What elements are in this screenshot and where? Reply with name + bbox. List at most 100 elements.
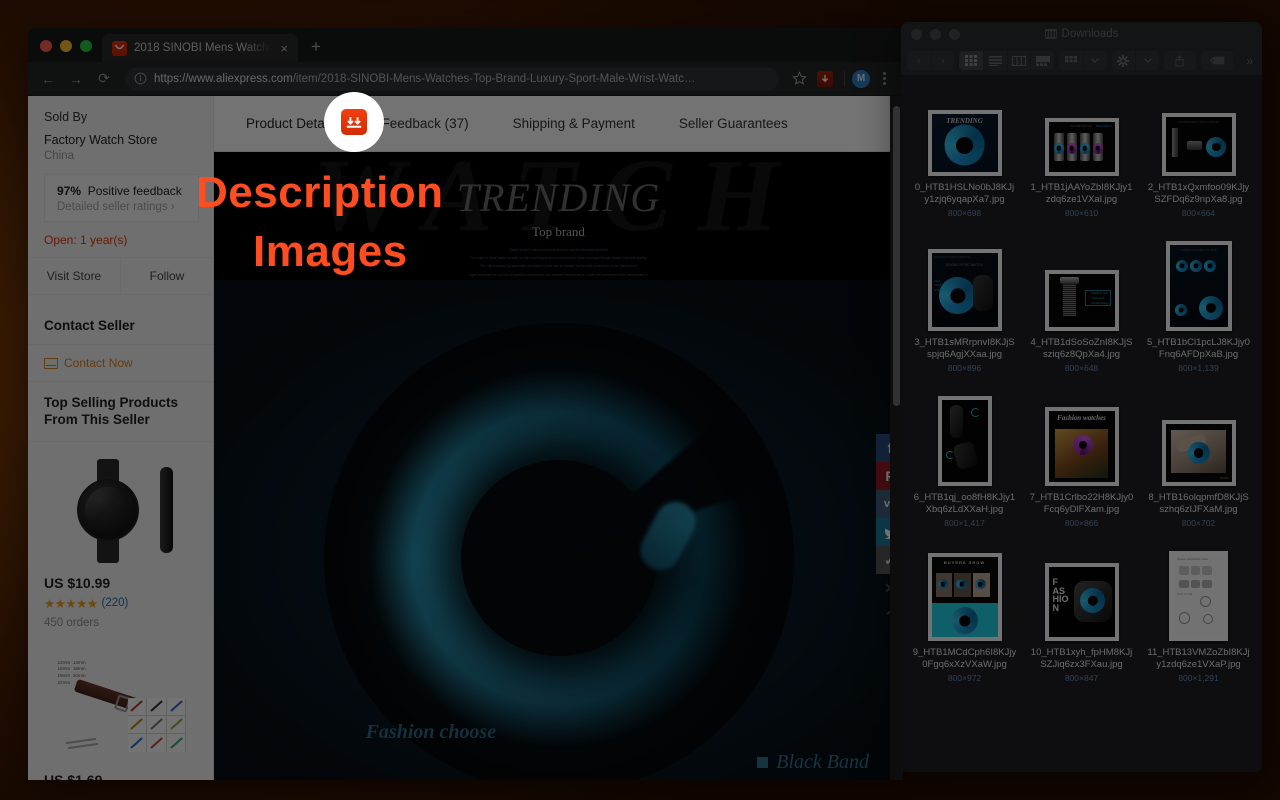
finder-share-group[interactable] [1164, 51, 1196, 70]
file-name: 7_HTB1Crlbo22H8KJjy0Fcq6yDlFXam.jpg [1030, 492, 1134, 516]
file-thumbnail[interactable]: PRODUCT DESCRIPTION SINOBI SPORT WATCH D… [909, 239, 1020, 331]
finder-file-grid[interactable]: TRENDING Top brand 0_HTB1HSLNo0bJ8KJjy1z… [901, 76, 1262, 772]
gear-icon[interactable] [1112, 51, 1136, 70]
file-thumbnail[interactable]: BUYERS SHOW [909, 549, 1020, 641]
file-name: 3_HTB1sMRrpnvI8KJjSspjq6AgjXXaa.jpg [913, 337, 1017, 361]
arrange-chevron-down-icon[interactable] [1083, 51, 1107, 70]
file-dimensions: 800×1,139 [1178, 363, 1218, 373]
visit-store-button[interactable]: Visit Store [28, 258, 120, 294]
browser-tab[interactable]: 2018 SINOBI Mens Watches To × [102, 34, 298, 62]
finder-tags-group[interactable] [1201, 51, 1233, 70]
file-dimensions: 800×702 [1182, 518, 1215, 528]
page-scrollbar[interactable] [890, 96, 903, 780]
finder-forward-button[interactable]: › [931, 51, 955, 70]
minimize-window-button[interactable] [60, 40, 72, 52]
file-name: 10_HTB1xyh_fpHM8KJjSZJiq6zx3FXau.jpg [1030, 647, 1134, 671]
finder-file-item[interactable]: SINOBI 8_HTB16olqpmfD8KJjSszhq6zIJFXaM.j… [1141, 394, 1256, 549]
aliexpress-favicon [112, 41, 127, 56]
icon-view-button[interactable] [959, 51, 983, 70]
strap-illustration: 12mm 14mm16mm 18mm19mm 20mm22mm [56, 656, 186, 760]
product-rating: ★★★★★ (220) [44, 596, 197, 611]
review-count[interactable]: (220) [102, 597, 129, 609]
annotation-line-1: Description [196, 168, 444, 218]
file-name: 5_HTB1bCl1pcLJ8KJjy0Fnq6AFDpXaB.jpg [1147, 337, 1251, 361]
kebab-menu-icon[interactable] [872, 67, 896, 91]
file-thumbnail[interactable] [909, 394, 1020, 486]
file-dimensions: 800×896 [948, 363, 981, 373]
file-dimensions: 800×648 [1065, 363, 1098, 373]
file-dimensions: 800×664 [1182, 208, 1215, 218]
finder-file-item[interactable]: Fashion watches 7_HTB1Crlbo22H8KJjy0Fcq6… [1024, 394, 1139, 549]
file-thumbnail[interactable]: SINOBI WATCH Black Band [1026, 84, 1137, 176]
store-name[interactable]: Factory Watch Store [44, 133, 199, 147]
store-country: China [44, 150, 199, 162]
finder-action-group[interactable] [1112, 51, 1159, 70]
file-thumbnail[interactable]: Product specification sheet HOW TO USE [1143, 549, 1254, 641]
store-action-row: Visit Store Follow [28, 257, 213, 295]
page-viewport: Sold By Factory Watch Store China 97% Po… [28, 96, 903, 780]
avatar[interactable]: M [852, 70, 870, 88]
finder-window: Downloads ‹ › [901, 22, 1262, 772]
tab-shipping-payment[interactable]: Shipping & Payment [491, 116, 657, 131]
finder-file-item[interactable]: Stainless steelmesh banddurable design 4… [1024, 239, 1139, 394]
file-name: 0_HTB1HSLNo0bJ8KJjy1zjq6yqapXa7.jpg [913, 182, 1017, 206]
scrollbar-thumb[interactable] [893, 106, 900, 406]
tags-icon[interactable] [1201, 51, 1233, 70]
more-toolbar-items-icon[interactable]: » [1243, 54, 1256, 68]
detailed-seller-ratings[interactable]: Detailed seller ratings › [57, 201, 188, 213]
file-dimensions: 800×847 [1065, 673, 1098, 683]
finder-file-item[interactable]: THREE COLORS TO PICK 5_HTB1bCl1pcLJ8KJjy… [1141, 239, 1256, 394]
download-icon[interactable] [813, 67, 837, 91]
seller-sidebar: Sold By Factory Watch Store China 97% Po… [28, 96, 214, 780]
finder-file-item[interactable]: Product specification sheet HOW TO USE 1… [1141, 549, 1256, 704]
file-thumbnail[interactable]: Stainless steelmesh banddurable design [1026, 239, 1137, 331]
file-thumbnail[interactable]: SINOBI [1143, 394, 1254, 486]
feedback-line: 97% Positive feedback [57, 184, 188, 198]
contact-now-link[interactable]: Contact Now [28, 345, 213, 382]
close-window-button[interactable] [40, 40, 52, 52]
list-item[interactable]: 12mm 14mm16mm 18mm19mm 20mm22mm US $1.69… [28, 639, 213, 780]
finder-file-item[interactable]: TRENDING Top brand 0_HTB1HSLNo0bJ8KJjy1z… [907, 84, 1022, 239]
product-price: US $1.69 [44, 772, 197, 780]
highlight-spotlight [324, 92, 384, 152]
file-name: 11_HTB13VMZoZbI8KJjy1zdq6ze1VXaP.jpg [1147, 647, 1251, 671]
close-icon[interactable]: × [278, 42, 290, 55]
caption-fashion-choose: Fashion choose [366, 721, 497, 744]
column-view-button[interactable] [1007, 51, 1031, 70]
feedback-label: Positive feedback [88, 184, 182, 198]
finder-file-item[interactable]: COMPARISON WATCH BAND 2_HTB1xQxmfoo09KJj… [1141, 84, 1256, 239]
finder-file-item[interactable]: BUYERS SHOW 9_HTB1MCdCph6I8KJjy0Fgq6xXzV… [907, 549, 1022, 704]
star-icon[interactable] [787, 67, 811, 91]
share-icon[interactable] [1164, 51, 1196, 70]
finder-arrange-group[interactable] [1059, 51, 1106, 70]
action-chevron-down-icon[interactable] [1135, 51, 1159, 70]
envelope-icon [44, 358, 58, 369]
gallery-view-button[interactable] [1030, 51, 1054, 70]
list-view-button[interactable] [983, 51, 1007, 70]
finder-file-item[interactable]: PRODUCT DESCRIPTION SINOBI SPORT WATCH D… [907, 239, 1022, 394]
reload-icon[interactable]: ⟳ [91, 66, 117, 92]
follow-button[interactable]: Follow [120, 258, 213, 294]
arrange-by-icon[interactable] [1059, 51, 1083, 70]
file-thumbnail[interactable]: TRENDING Top brand [909, 84, 1020, 176]
address-bar[interactable]: https://www.aliexpress.com/item/2018-SIN… [125, 67, 779, 91]
new-tab-button[interactable]: + [298, 38, 332, 62]
back-icon[interactable]: ← [35, 66, 61, 92]
file-thumbnail[interactable]: COMPARISON WATCH BAND [1143, 84, 1254, 176]
file-thumbnail[interactable]: Fashion watches [1026, 394, 1137, 486]
finder-back-button[interactable]: ‹ [907, 51, 931, 70]
url-text: https://www.aliexpress.com/item/2018-SIN… [154, 73, 696, 85]
maximize-window-button[interactable] [80, 40, 92, 52]
finder-file-item[interactable]: 6_HTB1qj_oo8fH8KJjy1Xbq6zLdXXaH.jpg 800×… [907, 394, 1022, 549]
fine-print-text: Watch model is determined the timeless a… [394, 246, 724, 279]
dial-vignette [324, 323, 794, 780]
tab-seller-guarantees[interactable]: Seller Guarantees [657, 116, 810, 131]
forward-icon[interactable]: → [63, 66, 89, 92]
download-extension-icon[interactable] [341, 109, 367, 135]
file-dimensions: 800×610 [1065, 208, 1098, 218]
finder-file-item[interactable]: FASHION 10_HTB1xyh_fpHM8KJjSZJiq6zx3FXau… [1024, 549, 1139, 704]
file-thumbnail[interactable]: THREE COLORS TO PICK [1143, 239, 1254, 331]
finder-file-item[interactable]: SINOBI WATCH Black Band 1_HTB1jAAYoZbI8K… [1024, 84, 1139, 239]
list-item[interactable]: US $10.99 ★★★★★ (220) 450 orders [28, 442, 213, 639]
file-thumbnail[interactable]: FASHION [1026, 549, 1137, 641]
